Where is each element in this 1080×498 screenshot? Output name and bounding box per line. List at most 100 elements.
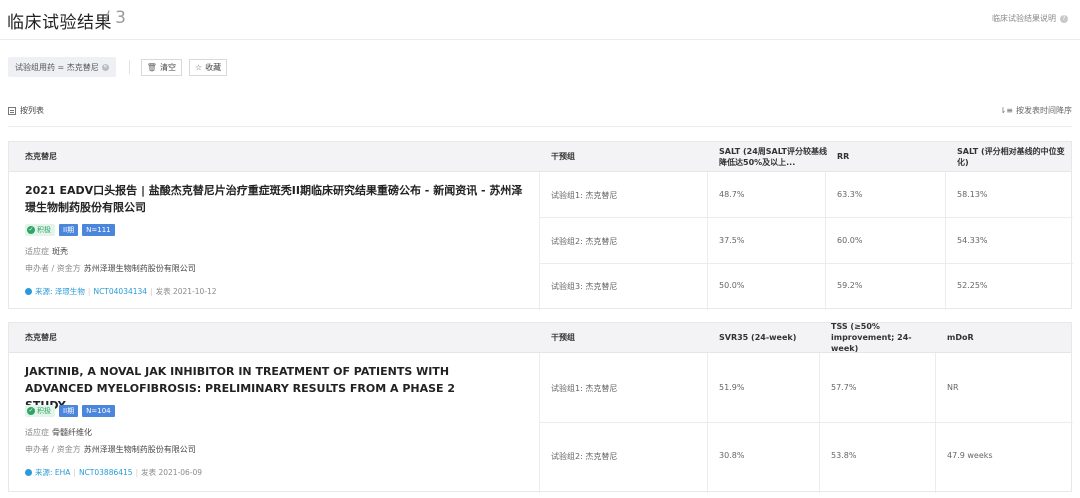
group-cell: 试验组1: 杰克替尼	[551, 384, 618, 393]
list-view-toggle[interactable]: 按列表	[8, 105, 44, 116]
value-cell: 37.5%	[719, 236, 745, 245]
divider	[128, 60, 130, 74]
card-header: 杰克替尼 干预组 SVR35 (24-week) TSS (≥50% impro…	[9, 322, 1071, 353]
help-link[interactable]: 临床试验结果说明 ?	[992, 13, 1068, 24]
published-date: 发表 2021-06-09	[141, 468, 203, 477]
indication-value: 斑秃	[52, 247, 68, 256]
check-icon: ✓	[27, 226, 35, 234]
sort-icon: ⇂≡	[999, 106, 1013, 115]
column-divider	[707, 353, 708, 493]
source-row: 来源: EHA | NCT03886415 | 发表 2021-06-09	[25, 467, 202, 478]
metric-header: SVR35 (24-week)	[719, 333, 797, 342]
group-cell: 试验组3: 杰克替尼	[551, 282, 618, 291]
indication-value: 骨髓纤维化	[52, 428, 92, 437]
column-divider	[935, 353, 936, 493]
source-row: 来源: 泽璟生物 | NCT04034134 | 发表 2021-10-12	[25, 286, 217, 297]
badge-group: ✓ 积极 II期 N=111	[25, 224, 115, 236]
sample-size-badge: N=104	[82, 405, 115, 417]
value-cell: 59.2%	[837, 281, 863, 290]
intervention-header: 干预组	[551, 333, 575, 342]
indication-row: 适应症 骨髓纤维化	[25, 427, 92, 438]
divider: |	[150, 287, 153, 296]
sort-toggle[interactable]: ⇂≡ 按发表时间降序	[1000, 105, 1072, 116]
drug-header: 杰克替尼	[25, 152, 57, 161]
value-cell: 60.0%	[837, 236, 863, 245]
row-divider	[539, 217, 1073, 218]
favorite-button-label: 收藏	[205, 62, 222, 72]
close-icon[interactable]: ✕	[101, 63, 109, 71]
result-count: / 3	[104, 8, 126, 28]
divider: |	[73, 468, 76, 477]
value-cell: 50.0%	[719, 281, 745, 290]
star-icon: ☆	[194, 62, 203, 72]
value-cell: 58.13%	[957, 190, 988, 199]
trash-icon: 🗑	[146, 62, 157, 72]
column-divider	[819, 353, 820, 493]
list-toolbar: 按列表 ⇂≡ 按发表时间降序	[8, 101, 1072, 127]
column-divider	[707, 172, 708, 310]
phase-badge: II期	[59, 405, 79, 417]
phase-badge: II期	[59, 224, 79, 236]
nct-link[interactable]: NCT03886415	[79, 468, 133, 477]
value-cell: 57.7%	[831, 383, 857, 392]
filter-chip[interactable]: 试验组用药 = 杰克替尼 ✕	[8, 57, 116, 77]
help-icon: ?	[1060, 14, 1068, 23]
source-link[interactable]: 来源: 泽璟生物	[35, 286, 85, 297]
filter-bar: 试验组用药 = 杰克替尼 ✕ 🗑 清空 ☆ 收藏	[8, 57, 234, 77]
check-icon: ✓	[27, 407, 35, 415]
list-view-label: 按列表	[20, 106, 44, 115]
result-card: 杰克替尼 干预组 SALT (24周SALT评分较基线降低达50%及以上... …	[8, 141, 1073, 310]
filter-chip-label: 试验组用药 = 杰克替尼	[15, 62, 99, 72]
row-divider	[539, 263, 1073, 264]
status-badge-label: 积极	[37, 226, 51, 234]
clear-button[interactable]: 🗑 清空	[140, 58, 182, 76]
value-cell: 52.25%	[957, 281, 988, 290]
nct-link[interactable]: NCT04034134	[93, 287, 147, 296]
source-icon	[25, 469, 32, 476]
metric-header: SALT (24周SALT评分较基线降低达50%及以上...	[719, 146, 827, 167]
badge-group: ✓ 积极 II期 N=104	[25, 405, 115, 417]
group-cell: 试验组1: 杰克替尼	[551, 191, 618, 200]
metric-header: mDoR	[947, 333, 974, 342]
study-title-link[interactable]: 2021 EADV口头报告 | 盐酸杰克替尼片治疗重症斑秃II期临床研究结果重磅…	[25, 182, 525, 216]
indication-label: 适应症	[25, 428, 49, 437]
source-link[interactable]: 来源: EHA	[35, 467, 70, 478]
sponsor-label: 申办者 / 资金方	[25, 445, 81, 454]
sort-label: 按发表时间降序	[1016, 106, 1072, 115]
sponsor-row: 申办者 / 资金方 苏州泽璟生物制药股份有限公司	[25, 444, 196, 455]
intervention-header: 干预组	[551, 152, 575, 161]
metric-header: RR	[837, 152, 850, 161]
help-link-label: 临床试验结果说明	[992, 14, 1056, 23]
sponsor-row: 申办者 / 资金方 苏州泽璟生物制药股份有限公司	[25, 263, 196, 274]
value-cell: 53.8%	[831, 451, 857, 460]
source-icon	[25, 288, 32, 295]
status-badge-label: 积极	[37, 407, 51, 415]
sponsor-label: 申办者 / 资金方	[25, 264, 81, 273]
card-header: 杰克替尼 干预组 SALT (24周SALT评分较基线降低达50%及以上... …	[9, 142, 1071, 172]
sample-size-badge: N=111	[82, 224, 115, 236]
value-cell: 48.7%	[719, 190, 745, 199]
indication-row: 适应症 斑秃	[25, 246, 68, 257]
column-divider	[539, 353, 540, 493]
value-cell: 30.8%	[719, 451, 745, 460]
column-divider	[539, 172, 540, 310]
value-cell: 47.9 weeks	[947, 451, 993, 460]
value-cell: 63.3%	[837, 190, 863, 199]
column-divider	[945, 172, 946, 310]
metric-header: TSS (≥50% improvement; 24-week)	[831, 322, 912, 353]
group-cell: 试验组2: 杰克替尼	[551, 452, 618, 461]
drug-header: 杰克替尼	[25, 333, 57, 342]
value-cell: 51.9%	[719, 383, 745, 392]
page-header: 临床试验结果 / 3 临床试验结果说明 ?	[0, 0, 1080, 40]
row-divider	[539, 422, 1073, 423]
status-badge: ✓ 积极	[25, 224, 55, 236]
clear-button-label: 清空	[159, 62, 176, 72]
list-view-icon	[8, 106, 16, 115]
metric-header: SALT (评分相对基线的中位变化)	[957, 146, 1065, 167]
page-title: 临床试验结果	[7, 13, 112, 33]
indication-label: 适应症	[25, 247, 49, 256]
group-cell: 试验组2: 杰克替尼	[551, 237, 618, 246]
column-divider	[825, 172, 826, 310]
favorite-button[interactable]: ☆ 收藏	[188, 58, 228, 76]
value-cell: 54.33%	[957, 236, 988, 245]
